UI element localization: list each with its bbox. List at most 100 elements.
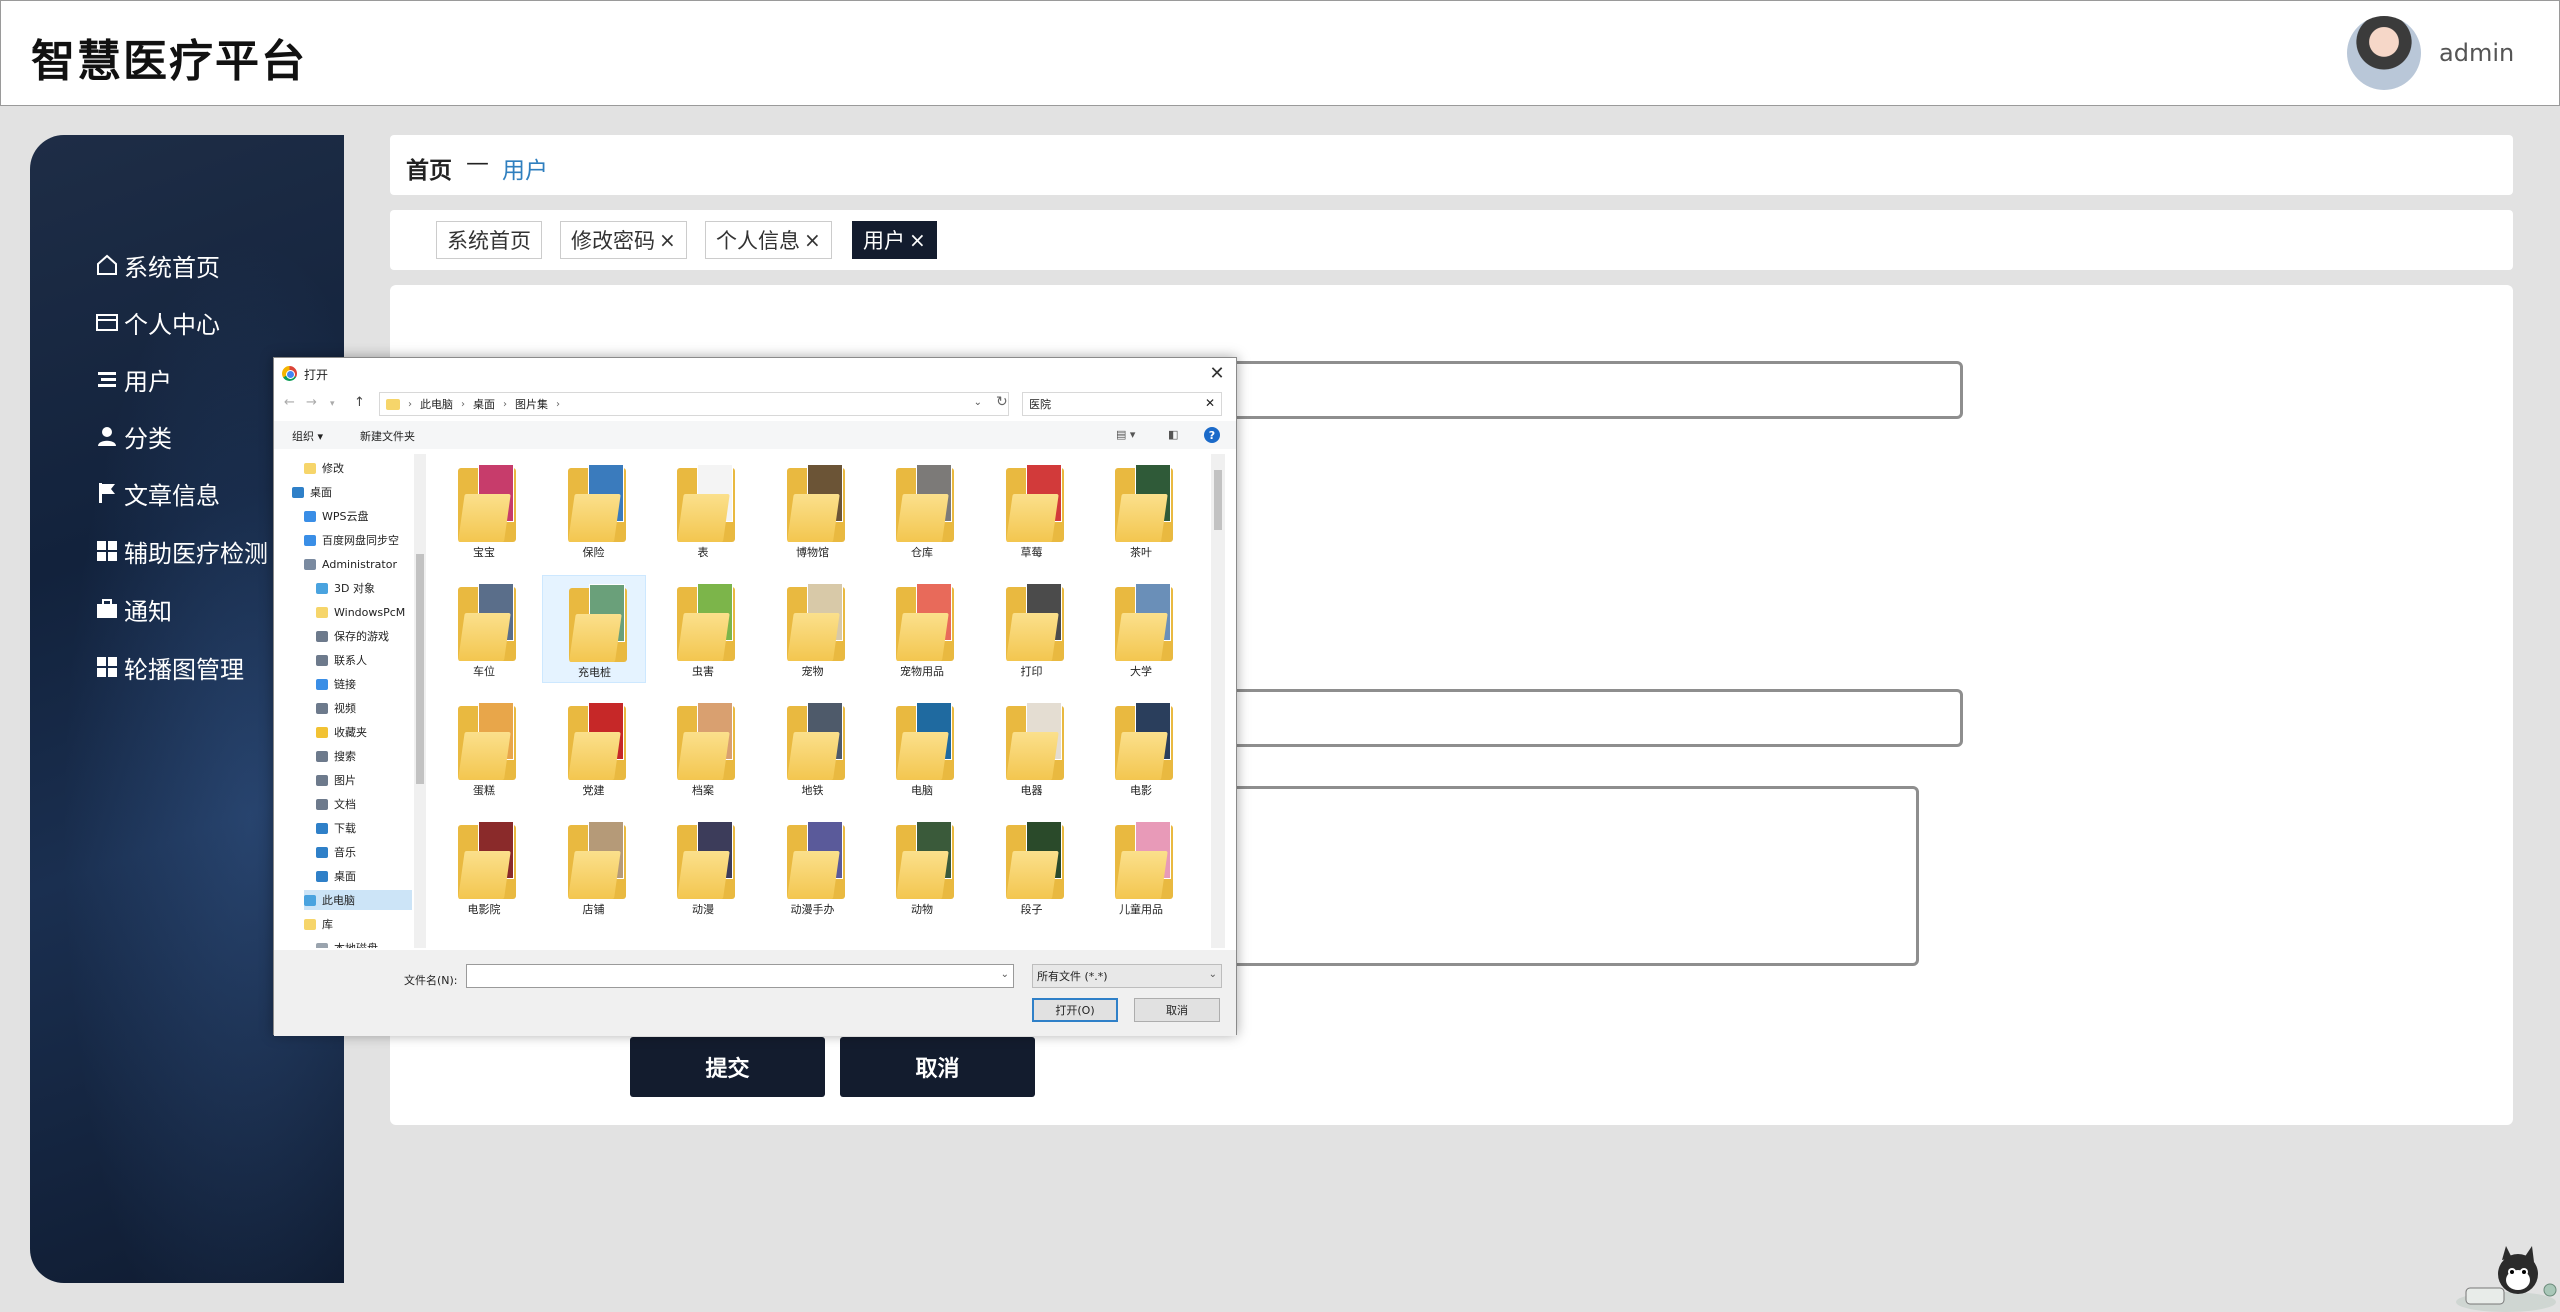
filename-input[interactable]: ⌄ (466, 964, 1014, 988)
folder-item[interactable]: 宝宝 (432, 456, 536, 564)
folder-item[interactable]: 动漫 (651, 813, 755, 921)
folder-item[interactable]: 宠物 (761, 575, 865, 683)
folder-item[interactable]: 博物馆 (761, 456, 865, 564)
tree-item[interactable]: 库 (304, 914, 412, 934)
sidebar-item-profile[interactable]: 个人中心 (94, 302, 220, 342)
chevron-down-icon[interactable]: ⌄ (1001, 969, 1009, 980)
help-icon[interactable]: ? (1204, 427, 1220, 443)
address-bar[interactable]: › 此电脑 › 桌面 › 图片集 › ⌄ (379, 392, 1009, 416)
tree-item[interactable]: 3D 对象 (316, 578, 412, 598)
tree-item[interactable]: 保存的游戏 (316, 626, 412, 646)
tree-item[interactable]: 文档 (316, 794, 412, 814)
new-folder-button[interactable]: 新建文件夹 (360, 428, 415, 444)
sidebar-item-category[interactable]: 分类 (94, 416, 172, 456)
sidebar-item-articles[interactable]: 文章信息 (94, 473, 220, 513)
close-icon[interactable]: × (804, 228, 821, 252)
folder-item[interactable]: 保险 (542, 456, 646, 564)
address-segment[interactable]: 桌面 (473, 396, 495, 412)
cancel-button[interactable]: 取消 (840, 1037, 1035, 1097)
folder-item[interactable]: 动漫手办 (761, 813, 865, 921)
tree-item[interactable]: 搜索 (316, 746, 412, 766)
folder-item[interactable]: 电器 (980, 694, 1084, 802)
folder-item[interactable]: 电影院 (432, 813, 536, 921)
folder-item[interactable]: 车位 (432, 575, 536, 683)
text-input[interactable] (1200, 361, 1963, 419)
folder-item[interactable]: 动物 (870, 813, 974, 921)
textarea-input[interactable] (1200, 786, 1919, 966)
tree-item[interactable]: 此电脑 (304, 890, 412, 910)
folder-item[interactable]: 地铁 (761, 694, 865, 802)
tree-item[interactable]: 视频 (316, 698, 412, 718)
open-button[interactable]: 打开(O) (1032, 998, 1118, 1022)
preview-pane-icon[interactable]: ◧ (1168, 428, 1178, 441)
tree-item[interactable]: 桌面 (316, 866, 412, 886)
tree-scrollbar[interactable] (414, 454, 426, 948)
tree-item[interactable]: 联系人 (316, 650, 412, 670)
folder-item[interactable]: 电影 (1089, 694, 1193, 802)
address-segment[interactable]: 此电脑 (420, 396, 453, 412)
up-arrow-icon[interactable]: ↑ (354, 395, 365, 410)
folder-item[interactable]: 大学 (1089, 575, 1193, 683)
tab-home[interactable]: 系统首页 (436, 221, 542, 259)
dialog-cancel-button[interactable]: 取消 (1134, 998, 1220, 1022)
address-segment[interactable]: 图片集 (515, 396, 548, 412)
filetype-value: 所有文件 (*.*) (1037, 970, 1108, 983)
close-icon[interactable]: × (659, 228, 676, 252)
dialog-title-bar[interactable]: 打开 ✕ (274, 358, 1236, 388)
filetype-select[interactable]: 所有文件 (*.*) ⌄ (1032, 964, 1222, 988)
sidebar-item-home[interactable]: 系统首页 (94, 245, 220, 285)
avatar[interactable] (2347, 16, 2421, 90)
files-scrollbar[interactable] (1211, 454, 1225, 948)
tree-item[interactable]: WPS云盘 (304, 506, 412, 526)
back-arrow-icon[interactable]: ← (284, 395, 295, 410)
tab-change-password[interactable]: 修改密码 × (560, 221, 687, 259)
folder-item[interactable]: 充电桩 (541, 575, 646, 683)
folder-item[interactable]: 店铺 (542, 813, 646, 921)
folder-item[interactable]: 宠物用品 (870, 575, 974, 683)
folder-item[interactable]: 茶叶 (1089, 456, 1193, 564)
folder-item[interactable]: 儿童用品 (1089, 813, 1193, 921)
chevron-down-icon[interactable]: ⌄ (974, 397, 982, 408)
clear-icon[interactable]: ✕ (1205, 396, 1215, 410)
tree-item[interactable]: 收藏夹 (316, 722, 412, 742)
tree-item[interactable]: 本地磁盘 (316, 938, 412, 948)
tab-personal-info[interactable]: 个人信息 × (705, 221, 832, 259)
close-icon[interactable]: ✕ (1204, 360, 1230, 386)
folder-item[interactable]: 草莓 (980, 456, 1084, 564)
folder-item[interactable]: 打印 (980, 575, 1084, 683)
folder-item[interactable]: 虫害 (651, 575, 755, 683)
sidebar-item-carousel[interactable]: 轮播图管理 (94, 647, 244, 687)
sidebar-item-notice[interactable]: 通知 (94, 589, 172, 629)
tree-item[interactable]: 百度网盘同步空 (304, 530, 412, 550)
tree-item[interactable]: 修改 (304, 458, 412, 478)
organize-button[interactable]: 组织 ▾ (292, 428, 323, 444)
mascot-widget[interactable] (2452, 1246, 2560, 1312)
folder-item[interactable]: 蛋糕 (432, 694, 536, 802)
tree-item[interactable]: Administrator (304, 554, 412, 574)
tree-item[interactable]: 桌面 (292, 482, 412, 502)
close-icon[interactable]: × (909, 228, 926, 252)
folder-item[interactable]: 党建 (542, 694, 646, 802)
text-input[interactable] (1200, 689, 1963, 747)
submit-button[interactable]: 提交 (630, 1037, 825, 1097)
folder-item[interactable]: 档案 (651, 694, 755, 802)
refresh-icon[interactable]: ↻ (996, 394, 1008, 410)
search-input[interactable]: 医院 ✕ (1022, 392, 1222, 416)
forward-arrow-icon[interactable]: → (306, 395, 317, 410)
view-icon[interactable]: ▤ ▾ (1116, 428, 1135, 441)
breadcrumb-home[interactable]: 首页 (406, 151, 452, 185)
sidebar-item-medical-detection[interactable]: 辅助医疗检测 (94, 531, 268, 571)
tree-item[interactable]: 链接 (316, 674, 412, 694)
tree-item[interactable]: 图片 (316, 770, 412, 790)
folder-item[interactable]: 表 (651, 456, 755, 564)
recent-dropdown-icon[interactable]: ▾ (330, 399, 335, 409)
username[interactable]: admin (2439, 39, 2514, 67)
tree-item[interactable]: 下载 (316, 818, 412, 838)
folder-item[interactable]: 电脑 (870, 694, 974, 802)
tree-item[interactable]: 音乐 (316, 842, 412, 862)
sidebar-item-users[interactable]: 用户 (94, 359, 172, 399)
tab-users[interactable]: 用户 × (852, 221, 937, 259)
tree-item[interactable]: WindowsPcM (316, 602, 412, 622)
folder-item[interactable]: 段子 (980, 813, 1084, 921)
folder-item[interactable]: 仓库 (870, 456, 974, 564)
